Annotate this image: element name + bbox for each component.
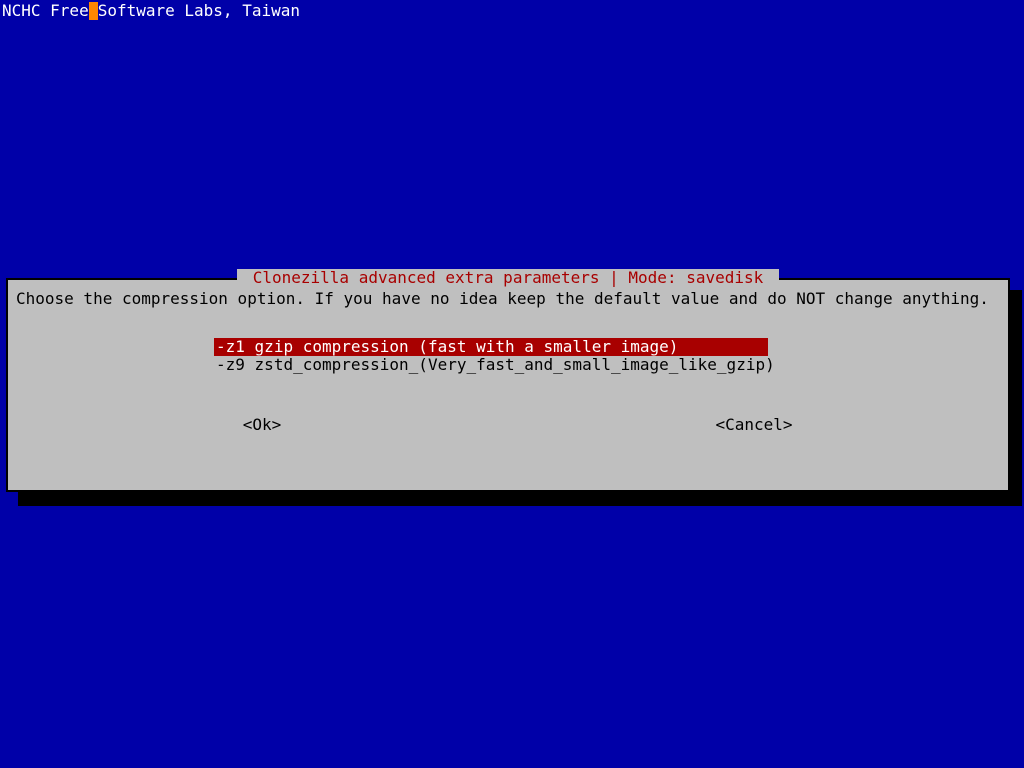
terminal-header: NCHC Free Software Labs, Taiwan xyxy=(2,2,300,20)
compression-dialog: Clonezilla advanced extra parameters | M… xyxy=(6,278,1010,492)
dialog-prompt: Choose the compression option. If you ha… xyxy=(16,290,1000,308)
cursor-icon xyxy=(89,2,98,20)
terminal-screen: NCHC Free Software Labs, Taiwan Clonezill… xyxy=(0,0,1024,768)
dialog-title: Clonezilla advanced extra parameters | M… xyxy=(237,269,779,287)
ok-button[interactable]: <Ok> xyxy=(243,415,282,434)
option-z9[interactable]: -z9 zstd_compression_(Very_fast_and_smal… xyxy=(214,356,777,374)
option-z1[interactable]: -z1 gzip compression (fast with a smalle… xyxy=(214,338,768,356)
header-text-post: Software Labs, Taiwan xyxy=(98,1,300,20)
cancel-button[interactable]: <Cancel> xyxy=(715,415,792,434)
header-text-pre: NCHC Free xyxy=(2,1,89,20)
option-list: -z1 gzip compression (fast with a smalle… xyxy=(16,338,1000,374)
